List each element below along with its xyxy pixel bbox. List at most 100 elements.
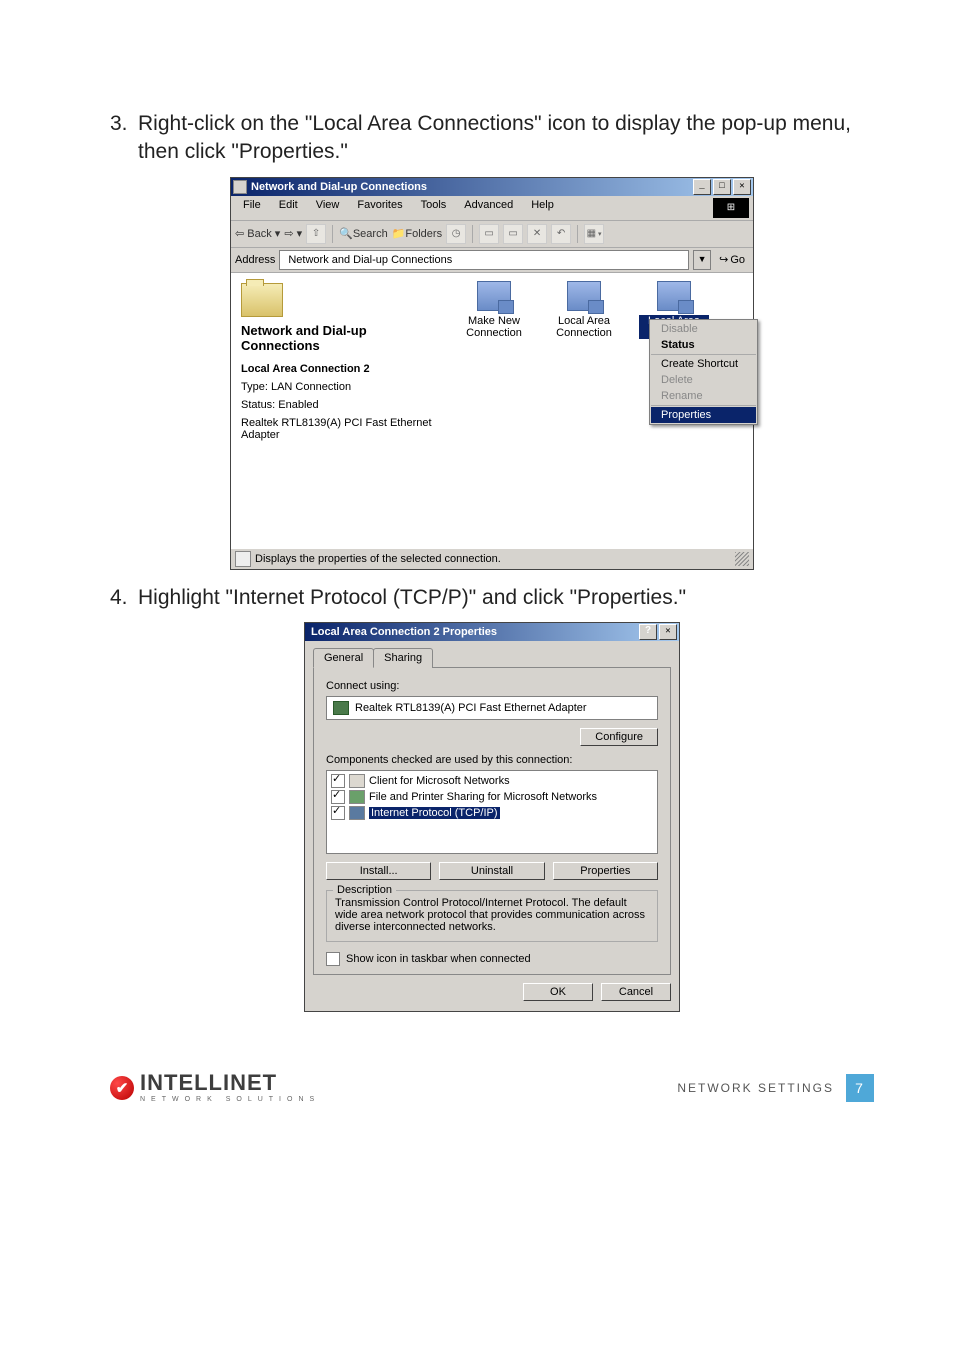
checkbox[interactable] [331,774,345,788]
description-text: Transmission Control Protocol/Internet P… [335,897,649,933]
component-client[interactable]: Client for Microsoft Networks [329,773,655,789]
address-dropdown-arrow[interactable]: ▼ [693,250,711,270]
copy-to-button[interactable]: ▭ [503,224,523,244]
undo-button[interactable]: ↶ [551,224,571,244]
ctx-disable[interactable]: Disable [651,321,756,337]
menu-help[interactable]: Help [523,198,562,218]
go-button[interactable]: ↪ Go [715,253,749,266]
connection-icon [477,281,511,311]
tab-sharing[interactable]: Sharing [373,648,433,668]
component-file-printer-sharing[interactable]: File and Printer Sharing for Microsoft N… [329,789,655,805]
local-area-connection[interactable]: Local Area Connection [549,281,619,339]
menu-edit[interactable]: Edit [271,198,306,218]
dialog-title: Local Area Connection 2 Properties [307,626,639,638]
maximize-button[interactable]: □ [713,179,731,195]
ctx-status[interactable]: Status [651,337,756,353]
delete-button[interactable]: ✕ [527,224,547,244]
cancel-button[interactable]: Cancel [601,983,671,1001]
components-list[interactable]: Client for Microsoft Networks File and P… [326,770,658,854]
client-icon [349,774,365,788]
connect-using-label: Connect using: [326,680,658,692]
minimize-button[interactable]: _ [693,179,711,195]
windows-flag-icon: ⊞ [713,198,749,218]
window-icon [233,180,247,194]
properties-button[interactable]: Properties [553,862,658,880]
show-icon-row[interactable]: Show icon in taskbar when connected [326,952,658,966]
tab-general[interactable]: General [313,648,374,668]
titlebar[interactable]: Local Area Connection 2 Properties ? ✕ [305,623,679,641]
close-button[interactable]: ✕ [659,624,677,640]
ctx-rename[interactable]: Rename [651,388,756,404]
large-folder-icon [241,283,283,317]
window-title: Network and Dial-up Connections [251,181,693,193]
adapter-name: Realtek RTL8139(A) PCI Fast Ethernet Ada… [241,417,441,441]
titlebar[interactable]: Network and Dial-up Connections _ □ ✕ [231,178,753,196]
instruction-step-4: 4. Highlight "Internet Protocol (TCP/P)"… [110,584,874,612]
back-button[interactable]: ⇦ Back ▾ [235,227,280,240]
icons-pane[interactable]: Make New Connection Local Area Connectio… [451,273,753,548]
connection-type: Type: LAN Connection [241,381,441,393]
ok-button[interactable]: OK [523,983,593,1001]
connection-status: Status: Enabled [241,399,441,411]
close-button[interactable]: ✕ [733,179,751,195]
menu-favorites[interactable]: Favorites [349,198,410,218]
pane-title: Network and Dial-up Connections [241,323,441,353]
uninstall-button[interactable]: Uninstall [439,862,544,880]
checkbox[interactable] [331,806,345,820]
step3-number: 3. [110,110,138,167]
brand-tagline: NETWORK SOLUTIONS [140,1096,320,1103]
resize-grip[interactable] [735,552,749,566]
footer-label: NETWORK SETTINGS [677,1081,834,1095]
checkbox[interactable] [331,790,345,804]
ctx-delete[interactable]: Delete [651,372,756,388]
address-bar: Address Network and Dial-up Connections … [231,248,753,273]
item-label: Local Area Connection [549,315,619,339]
component-tcpip[interactable]: Internet Protocol (TCP/IP) [329,805,655,821]
description-group: Description Transmission Control Protoco… [326,890,658,942]
status-text: Displays the properties of the selected … [255,553,501,565]
show-icon-checkbox[interactable] [326,952,340,966]
configure-button[interactable]: Configure [580,728,658,746]
make-new-connection[interactable]: Make New Connection [459,281,529,339]
info-pane: Network and Dial-up Connections Local Ar… [231,273,451,548]
show-icon-label: Show icon in taskbar when connected [346,953,531,965]
adapter-name: Realtek RTL8139(A) PCI Fast Ethernet Ada… [355,702,587,714]
components-label: Components checked are used by this conn… [326,754,658,766]
search-button[interactable]: 🔍Search [339,227,388,240]
step3-text: Right-click on the "Local Area Connectio… [138,110,874,167]
menu-tools[interactable]: Tools [413,198,455,218]
address-value: Network and Dial-up Connections [288,254,452,266]
install-button[interactable]: Install... [326,862,431,880]
folders-button[interactable]: 📁Folders [392,227,442,240]
component-label: Internet Protocol (TCP/IP) [369,807,500,819]
views-button[interactable]: ▦ [584,224,604,244]
ctx-properties[interactable]: Properties [651,407,756,423]
component-label: Client for Microsoft Networks [369,775,510,787]
page-footer: ✔ INTELLINET NETWORK SOLUTIONS NETWORK S… [110,1072,874,1103]
menu-file[interactable]: File [235,198,269,218]
instruction-step-3: 3. Right-click on the "Local Area Connec… [110,110,874,167]
address-input[interactable]: Network and Dial-up Connections [279,250,689,270]
brand-name: INTELLINET [140,1072,320,1094]
ctx-create-shortcut[interactable]: Create Shortcut [651,356,756,372]
component-label: File and Printer Sharing for Microsoft N… [369,791,597,803]
move-to-button[interactable]: ▭ [479,224,499,244]
forward-button[interactable]: ⇨ ▾ [284,227,302,240]
item-label: Make New Connection [459,315,529,339]
tab-panel-general: Connect using: Realtek RTL8139(A) PCI Fa… [313,667,671,975]
history-button[interactable]: ◷ [446,224,466,244]
step4-text: Highlight "Internet Protocol (TCP/P)" an… [138,584,874,612]
brand-logo: ✔ INTELLINET NETWORK SOLUTIONS [110,1072,320,1103]
nic-icon [333,701,349,715]
status-icon [235,551,251,567]
context-menu: Disable Status Create Shortcut Delete Re… [649,319,758,425]
menu-advanced[interactable]: Advanced [456,198,521,218]
up-button[interactable]: ⇧ [306,224,326,244]
menu-view[interactable]: View [308,198,348,218]
network-connections-window: Network and Dial-up Connections _ □ ✕ Fi… [230,177,754,570]
page-number: 7 [846,1074,874,1102]
share-icon [349,790,365,804]
help-button[interactable]: ? [639,624,657,640]
connection-icon [657,281,691,311]
address-label: Address [235,254,275,266]
